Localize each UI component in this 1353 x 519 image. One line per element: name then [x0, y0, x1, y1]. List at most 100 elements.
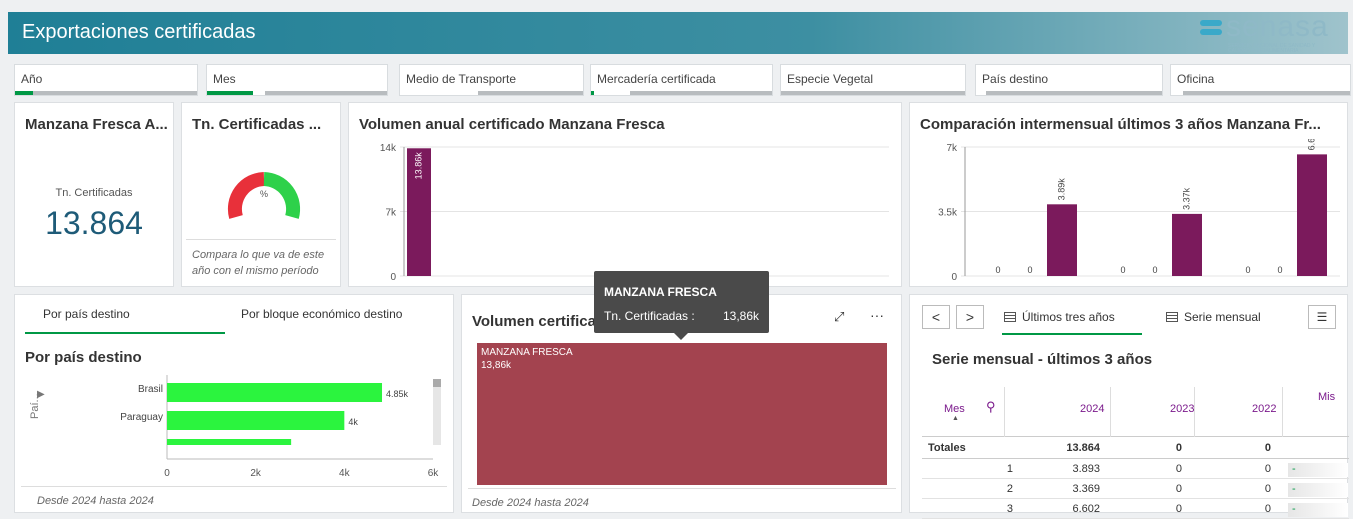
destination-bar-chart: 0 2k 4k 6k Brasil 4.85k Paraguay 4k [120, 375, 440, 479]
senasa-logo: senasa SERVICIO NACIONAL DE SANIDAD Y CA… [1200, 10, 1340, 54]
y-tick-label: 14k [380, 143, 397, 154]
x-tick-label: 2k [250, 468, 262, 479]
table-cell: 6.602 [1072, 503, 1100, 515]
tooltip-title: MANZANA FRESCA [604, 285, 717, 299]
gauge-chart: % [227, 172, 301, 219]
filter-pais-destino[interactable]: País destino [975, 64, 1163, 96]
table-cell: 0 [1175, 463, 1182, 475]
active-tab-indicator [1002, 333, 1142, 335]
table-cell: 3 [1006, 503, 1013, 515]
filter-medio-transporte[interactable]: Medio de Transporte [399, 64, 584, 96]
monthly-bar-chart: 7k 3.5k 0 0 0 3.89k 0 0 3.37k 0 0 6.6k [938, 139, 1340, 283]
table-panel[interactable]: < > Últimos tres años Serie mensual ☰ Se… [909, 294, 1349, 519]
logo-subtitle: SERVICIO NACIONAL DE SANIDAD Y CALIDAD A… [1228, 43, 1316, 54]
y-tick-label: 0 [390, 272, 396, 283]
bar-data-label: 4.85k [386, 389, 409, 399]
kpi-title: Manzana Fresca A... [25, 116, 168, 133]
destination-panel[interactable]: Por país destino Por bloque económico de… [14, 294, 454, 513]
bar-data-label: 3.37k [1181, 187, 1191, 210]
app-header: Exportaciones certificadas senasa SERVIC… [8, 10, 1348, 54]
prev-button[interactable]: < [922, 305, 950, 329]
scrollbar[interactable] [433, 379, 441, 445]
x-tick-label: 4k [339, 468, 351, 479]
filter-label: Oficina [1177, 72, 1215, 86]
col-2023[interactable]: 2023 [1170, 403, 1194, 415]
more-options-icon[interactable]: ··· [870, 307, 884, 323]
filter-mercaderia[interactable]: Mercadería certificada [590, 64, 773, 96]
tooltip-row-label: Tn. Certificadas : [604, 309, 695, 323]
filter-especie-vegetal[interactable]: Especie Vegetal [780, 64, 966, 96]
table-cell: 0 [1175, 503, 1182, 515]
logo-word: senasa [1226, 10, 1329, 43]
logo-icon [1200, 20, 1222, 36]
table-header: Mes ⚲ ▲ 2024 2023 2022 Mis [922, 387, 1349, 437]
table-cell: 0 [1175, 483, 1182, 495]
next-button[interactable]: > [956, 305, 984, 329]
destination-note: Desde 2024 hasta 2024 [37, 495, 154, 507]
table-icon [1166, 312, 1178, 322]
x-tick-label: 6k [428, 468, 440, 479]
table-cell: - [1288, 483, 1348, 497]
filter-label: Mercadería certificada [597, 72, 716, 86]
col-mis[interactable]: Mis [1318, 391, 1335, 403]
tab-ultimos-tres-anios[interactable]: Últimos tres años [1004, 310, 1115, 324]
treemap-note: Desde 2024 hasta 2024 [472, 497, 589, 509]
bar-data-label: 0 [1027, 265, 1032, 275]
bar [167, 411, 345, 430]
tab-por-bloque[interactable]: Por bloque económico destino [241, 307, 402, 321]
list-menu-icon[interactable]: ☰ [1308, 305, 1336, 329]
table-title: Serie mensual - últimos 3 años [932, 351, 1153, 368]
filter-oficina[interactable]: Oficina [1170, 64, 1351, 96]
filter-label: Especie Vegetal [787, 72, 874, 86]
filter-label: Medio de Transporte [406, 72, 517, 86]
bar-data-label: 0 [1245, 265, 1250, 275]
bar-data-label: 0 [1277, 265, 1282, 275]
bar-data-label: 0 [1120, 265, 1125, 275]
col-mes[interactable]: Mes [944, 403, 965, 415]
gauge-green-arc [263, 172, 301, 219]
filter-mes[interactable]: Mes [206, 64, 388, 96]
filter-label: Mes [213, 72, 236, 86]
expand-icon[interactable]: ⤢ [834, 309, 844, 325]
bar-data-label: 0 [1152, 265, 1157, 275]
table-cell: 0 [1264, 483, 1271, 495]
table-cell: 0 [1264, 503, 1271, 515]
annual-chart-panel[interactable]: Volumen anual certificado Manzana Fresca… [348, 102, 902, 287]
kpi-panel-gauge[interactable]: Tn. Certificadas ... % Compara lo que va… [181, 102, 341, 287]
tooltip-row-value: 13,86k [722, 309, 759, 323]
x-tick-label: 0 [164, 468, 170, 479]
y-tick-label: 3.5k [938, 208, 958, 219]
monthly-chart-panel[interactable]: Comparación intermensual últimos 3 años … [909, 102, 1348, 287]
monthly-chart-title: Comparación intermensual últimos 3 años … [920, 116, 1321, 133]
filter-anio[interactable]: Año [14, 64, 198, 96]
table-cell: 1 [1006, 463, 1013, 475]
table-cell: - [1288, 463, 1348, 477]
gauge-title: Tn. Certificadas ... [192, 116, 322, 133]
filter-label: Año [21, 72, 43, 86]
annual-bar-chart: 14k 7k 0 13.86k [380, 143, 889, 283]
search-icon[interactable]: ⚲ [986, 399, 996, 415]
filter-label: País destino [982, 72, 1049, 86]
filter-bar: Año Mes Medio de Transporte Mercadería c… [14, 64, 1352, 96]
annual-chart-title: Volumen anual certificado Manzana Fresca [359, 116, 665, 133]
treemap-cell[interactable]: MANZANA FRESCA 13,86k [477, 343, 887, 485]
table-icon [1004, 312, 1016, 322]
tab-serie-mensual[interactable]: Serie mensual [1166, 310, 1261, 324]
gauge-label: % [260, 189, 268, 199]
y-tick-label: 0 [951, 272, 957, 283]
active-tab-indicator [25, 332, 225, 334]
kpi-value: 13.864 [45, 205, 143, 241]
table-cell: 0 [1264, 463, 1271, 475]
chart-tooltip: MANZANA FRESCA Tn. Certificadas : 13,86k [594, 271, 769, 340]
bar [1297, 154, 1327, 276]
tab-por-pais[interactable]: Por país destino [43, 307, 130, 321]
bar-data-label: 4k [348, 417, 358, 427]
bar [167, 383, 383, 402]
table-totals-row: Totales 13.864 0 0 [922, 437, 1349, 459]
table-row: 1 3.893 0 0 - [922, 459, 1349, 479]
sort-icon[interactable]: ▲ [952, 415, 959, 422]
kpi-panel-manzana[interactable]: Manzana Fresca A... Tn. Certificadas 13.… [14, 102, 174, 287]
page-title: Exportaciones certificadas [22, 21, 256, 43]
col-2022[interactable]: 2022 [1252, 403, 1276, 415]
col-2024[interactable]: 2024 [1080, 403, 1104, 415]
